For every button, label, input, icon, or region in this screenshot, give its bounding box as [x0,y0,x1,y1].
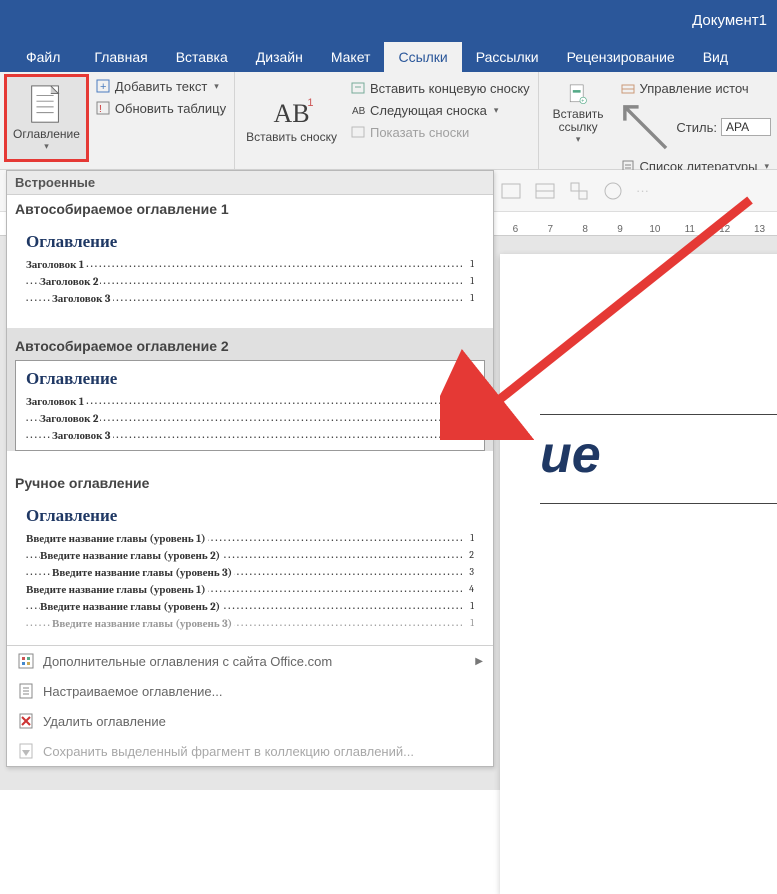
ruler-mark: 7 [533,224,568,235]
ruler-mark: 9 [603,224,638,235]
show-notes-icon [350,124,366,140]
ruler-mark: 8 [568,224,603,235]
gallery-item-2-title[interactable]: Автособираемое оглавление 2 [7,328,493,360]
manage-sources-label: Управление источ [640,81,749,96]
style-label: Стиль: [676,120,717,135]
menu-custom-toc-label: Настраиваемое оглавление... [43,684,222,699]
show-notes-label: Показать сноски [370,125,469,140]
insert-link-label: Вставить ссылку [550,108,607,134]
add-text-button[interactable]: + Добавить текст [93,76,228,96]
ruler-mark: 6 [498,224,533,235]
tab-references[interactable]: Ссылки [384,42,461,72]
menu-remove-toc-label: Удалить оглавление [43,714,166,729]
gallery-footer: Дополнительные оглавления с сайта Office… [7,645,493,766]
ruler-mark: 12 [707,224,742,235]
menu-custom-toc[interactable]: Настраиваемое оглавление... [7,676,493,706]
toolbar-icon-3[interactable] [568,180,590,202]
tab-review[interactable]: Рецензирование [553,42,689,72]
menu-more-office-label: Дополнительные оглавления с сайта Office… [43,654,332,669]
svg-text:!: ! [99,104,102,115]
sources-icon [620,80,636,96]
ribbon-group-citations: + Вставить ссылку ▾ Управление источ Сти… [539,72,777,169]
tab-insert[interactable]: Вставка [162,42,242,72]
next-footnote-icon: AB [350,102,366,118]
office-icon [17,652,35,670]
gallery-preview-3[interactable]: Оглавление Введите название главы (урове… [15,497,485,639]
ruler-mark: 11 [672,224,707,235]
toolbar-icon-4[interactable] [602,180,624,202]
insert-endnote-label: Вставить концевую сноску [370,81,530,96]
tab-design[interactable]: Дизайн [242,42,317,72]
toc-button[interactable]: Оглавление ▾ [4,74,89,162]
document-title: Документ1 [692,12,767,29]
gallery-item-3-title[interactable]: Ручное оглавление [7,465,493,497]
preview-1-title: Оглавление [26,232,474,252]
next-footnote-button[interactable]: AB Следующая сноска [348,100,532,120]
insert-link-button[interactable]: + Вставить ссылку ▾ [543,76,614,150]
preview-2-title: Оглавление [26,369,474,389]
menu-more-office[interactable]: Дополнительные оглавления с сайта Office… [7,646,493,676]
ruler-mark: 13 [742,224,777,235]
menu-remove-toc[interactable]: Удалить оглавление [7,706,493,736]
save-selection-icon [17,742,35,760]
toolbar-icon-2[interactable] [534,180,556,202]
svg-text:+: + [100,81,106,93]
show-notes-button[interactable]: Показать сноски [348,122,532,142]
document-title-fragment: ие [540,426,601,484]
custom-toc-icon [17,682,35,700]
manage-sources-button[interactable]: Управление источ [618,78,771,98]
menu-save-selection: Сохранить выделенный фрагмент в коллекци… [7,736,493,766]
preview-3-title: Оглавление [26,506,474,526]
ribbon-group-footnotes: AB 1 Вставить сноску Вставить концевую с… [235,72,539,169]
tab-home[interactable]: Главная [80,42,161,72]
ribbon-group-toc: Оглавление ▾ + Добавить текст ! Обновить… [0,72,235,169]
toc-button-label: Оглавление [13,128,80,141]
chevron-right-icon: ▶ [475,656,483,667]
style-icon [618,100,673,155]
svg-text:AB: AB [352,106,366,117]
gallery-preview-2[interactable]: Оглавление Заголовок 11 Заголовок 21 Заг… [15,360,485,451]
add-text-label: Добавить текст [115,79,207,94]
next-footnote-label: Следующая сноска [370,103,487,118]
document-icon [28,84,64,126]
endnote-icon [350,80,366,96]
tab-file[interactable]: Файл [6,42,80,72]
link-icon: + [562,81,594,106]
gallery-item-1-title[interactable]: Автособираемое оглавление 1 [7,195,493,223]
add-text-icon: + [95,78,111,94]
toc-gallery: Встроенные Автособираемое оглавление 1 О… [6,170,494,767]
title-bar: Документ1 [0,0,777,40]
update-table-label: Обновить таблицу [115,101,226,116]
style-selector: Стиль: APA [618,100,771,155]
ab-icon: AB [273,99,309,129]
insert-footnote-label: Вставить сноску [246,131,337,144]
style-dropdown[interactable]: APA [721,118,771,136]
svg-text:+: + [581,98,584,104]
document-page[interactable]: ие [500,254,777,894]
ruler-mark: 10 [638,224,673,235]
gallery-header-builtin: Встроенные [7,171,493,195]
ribbon: Оглавление ▾ + Добавить текст ! Обновить… [0,72,777,170]
insert-endnote-button[interactable]: Вставить концевую сноску [348,78,532,98]
insert-footnote-button[interactable]: AB 1 Вставить сноску [239,76,344,164]
tab-layout[interactable]: Макет [317,42,385,72]
style-value: APA [726,120,749,134]
tab-view[interactable]: Вид [689,42,742,72]
update-table-button[interactable]: ! Обновить таблицу [93,98,228,118]
gallery-preview-1[interactable]: Оглавление Заголовок 11 Заголовок 21 Заг… [15,223,485,314]
ribbon-tabs: Файл Главная Вставка Дизайн Макет Ссылки… [0,40,777,72]
toolbar-icon-1[interactable] [500,180,522,202]
remove-toc-icon [17,712,35,730]
menu-save-selection-label: Сохранить выделенный фрагмент в коллекци… [43,744,414,759]
update-icon: ! [95,100,111,116]
tab-mailings[interactable]: Рассылки [462,42,553,72]
